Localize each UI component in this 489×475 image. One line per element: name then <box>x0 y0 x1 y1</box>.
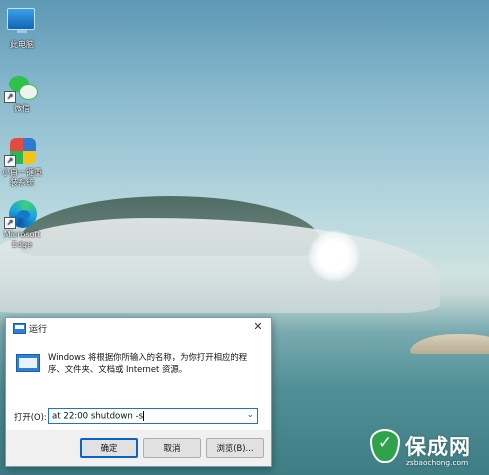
cancel-button[interactable]: 取消 <box>143 438 201 458</box>
wechat-icon: ↗ <box>4 72 38 103</box>
desktop-icon-this-pc[interactable]: 此电脑 <box>0 6 44 50</box>
wallpaper-sun <box>308 230 360 282</box>
watermark-url: zsbaochong.com <box>406 458 469 467</box>
run-program-icon <box>16 354 40 373</box>
browse-button[interactable]: 浏览(B)... <box>206 438 264 458</box>
dialog-description: Windows 将根据你所输入的名称，为你打开相应的程序、文件夹、文档或 Int… <box>48 352 248 374</box>
desktop-icon-label: 此电脑 <box>10 40 34 49</box>
computer-icon <box>7 8 37 38</box>
run-dialog: 运行 ✕ Windows 将根据你所输入的名称，为你打开相应的程序、文件夹、文档… <box>5 317 272 467</box>
desktop-icon-wechat[interactable]: ↗ 微信 <box>0 72 44 114</box>
wallpaper-snow <box>0 218 440 313</box>
desktop-icon-label: Microsoft Edge <box>3 230 41 249</box>
open-label: 打开(O): <box>14 412 47 422</box>
desktop-icon-edge[interactable]: ↗ Microsoft Edge <box>0 198 44 250</box>
command-input[interactable]: at 22:00 shutdown -s ⌄ <box>48 408 258 424</box>
shield-check-icon <box>370 429 400 463</box>
button-row: 确定 取消 浏览(B)... <box>6 430 271 466</box>
command-value: at 22:00 shutdown -s <box>52 411 145 422</box>
desktop-icon-label: 小白一键重装系统 <box>2 168 42 187</box>
watermark-title: 保成网 <box>405 435 471 459</box>
run-window-icon <box>13 323 26 334</box>
wallpaper-sandbar <box>410 334 489 354</box>
app-icon: ↗ <box>4 136 37 167</box>
shortcut-arrow-icon: ↗ <box>4 217 16 229</box>
site-watermark: 保成网 zsbaochong.com <box>368 425 489 475</box>
title-bar[interactable]: 运行 ✕ <box>6 318 271 338</box>
edge-icon: ↗ <box>4 198 37 229</box>
dialog-body: Windows 将根据你所输入的名称，为你打开相应的程序、文件夹、文档或 Int… <box>6 338 271 430</box>
desktop-icon-reinstall-app[interactable]: ↗ 小白一键重装系统 <box>0 136 44 188</box>
chevron-down-icon[interactable]: ⌄ <box>246 410 254 420</box>
close-button[interactable]: ✕ <box>251 320 265 334</box>
dialog-title: 运行 <box>29 325 48 335</box>
text-caret <box>143 411 145 421</box>
ok-button[interactable]: 确定 <box>80 438 138 458</box>
shortcut-arrow-icon: ↗ <box>4 91 16 103</box>
desktop-icon-label: 微信 <box>14 104 30 113</box>
shortcut-arrow-icon: ↗ <box>4 155 16 167</box>
